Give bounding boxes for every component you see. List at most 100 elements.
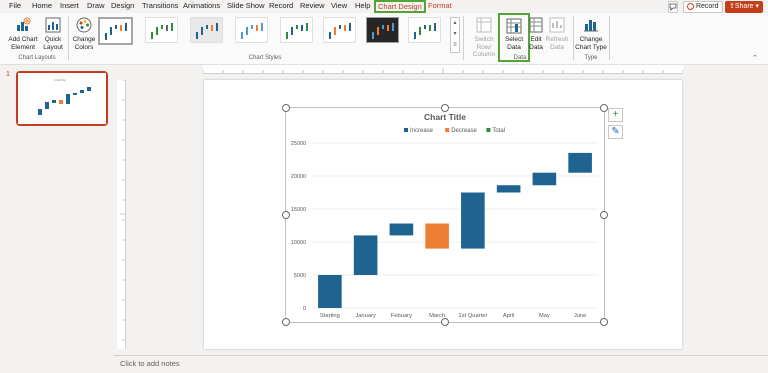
resize-handle[interactable]	[282, 104, 290, 112]
chart-legend[interactable]: Increase Decrease Total	[404, 128, 505, 134]
menu-review[interactable]: Review	[300, 1, 325, 10]
share-label: Share	[734, 3, 754, 10]
resize-handle[interactable]	[282, 211, 290, 219]
more-icon[interactable]: ≡	[451, 40, 459, 50]
comments-icon[interactable]	[668, 1, 678, 13]
chart-object[interactable]: Chart Title Increase Decrease Total 0 5000 1…	[285, 107, 605, 323]
bar-may	[532, 172, 557, 186]
x-tick-label: 1st Quarter	[458, 313, 487, 319]
menu-home[interactable]: Home	[32, 1, 52, 10]
x-tick-label: January	[355, 313, 376, 319]
menu-help[interactable]: Help	[355, 1, 370, 10]
menu-design[interactable]: Design	[111, 1, 134, 10]
chart-style-thumbnail[interactable]	[145, 17, 178, 43]
notes-pane[interactable]: Click to add notes	[114, 355, 768, 373]
chart-style-thumbnail[interactable]	[366, 17, 399, 43]
tab-chart-design[interactable]: Chart Design	[374, 0, 426, 13]
refresh-data-icon	[549, 17, 565, 33]
refresh-data-button[interactable]: Refresh Data	[545, 16, 569, 54]
chart-style-thumbnail[interactable]	[408, 17, 441, 43]
record-button[interactable]: Record	[683, 1, 723, 13]
chart-title[interactable]: Chart Title	[424, 112, 466, 122]
gallery-scroll[interactable]: ▴ ▾ ≡	[450, 17, 460, 53]
record-label: Record	[695, 3, 719, 10]
menu-animations[interactable]: Animations	[183, 1, 220, 10]
chart-styles-brush-icon[interactable]: ✎	[608, 125, 623, 139]
quick-layout-button[interactable]: Quick Layout	[41, 16, 65, 54]
horizontal-ruler	[203, 65, 683, 74]
menu-insert[interactable]: Insert	[60, 1, 79, 10]
data-group-label: Data	[513, 55, 527, 61]
menu-file[interactable]: File	[9, 1, 21, 10]
legend-label-total: Total	[492, 128, 505, 134]
chevron-up-icon[interactable]: ▴	[451, 18, 459, 29]
chart-style-thumbnail[interactable]	[280, 17, 313, 43]
refresh-data-label: Refresh Data	[545, 36, 569, 51]
edit-data-icon	[529, 17, 543, 33]
add-chart-element-button[interactable]: Add Chart Element	[8, 16, 38, 54]
y-tick-label: 25000	[291, 141, 306, 147]
chart-style-thumbnail[interactable]	[190, 17, 223, 43]
x-tick-label: Febuary	[391, 313, 412, 319]
vertical-ruler	[117, 80, 126, 349]
y-tick-label: 0	[303, 306, 306, 312]
y-tick-label: 10000	[291, 240, 306, 246]
add-chart-element-label: Add Chart Element	[8, 36, 38, 51]
resize-handle[interactable]	[600, 211, 608, 219]
collapse-ribbon-icon[interactable]: ⌃	[752, 54, 758, 62]
y-tick-label: 20000	[291, 174, 306, 180]
menu-slide-show[interactable]: Slide Show	[227, 1, 265, 10]
slide-thumbnail[interactable]: Chart Title	[16, 71, 108, 126]
switch-row-column-button[interactable]: Switch Row/ Column	[470, 16, 498, 58]
change-chart-type-label: Change Chart Type	[575, 36, 607, 51]
x-tick-label: May	[539, 313, 550, 319]
legend-label-increase: Increase	[410, 128, 434, 134]
resize-handle[interactable]	[600, 104, 608, 112]
notes-placeholder[interactable]: Click to add notes	[120, 359, 180, 368]
resize-handle[interactable]	[441, 104, 449, 112]
menu-transitions[interactable]: Transitions	[142, 1, 178, 10]
bar-febuary	[389, 223, 414, 236]
change-chart-type-button[interactable]: Change Chart Type	[575, 16, 607, 54]
bar-march	[425, 223, 449, 249]
switch-row-column-icon	[476, 17, 492, 33]
x-tick-label: June	[574, 313, 587, 319]
slide-thumbnail-chart: Chart Title	[18, 73, 106, 124]
y-tick-label: 5000	[294, 273, 306, 279]
menu-bar: File Home Insert Draw Design Transitions…	[0, 0, 768, 13]
select-data-icon	[506, 18, 522, 34]
change-chart-type-icon	[584, 20, 598, 32]
menu-record[interactable]: Record	[269, 1, 293, 10]
resize-handle[interactable]	[600, 318, 608, 326]
x-tick-label: April	[503, 313, 515, 319]
share-button[interactable]: ⇪Share ▾	[725, 1, 764, 13]
quick-layout-label: Quick Layout	[43, 36, 63, 51]
bar-1st-quarter	[461, 192, 485, 249]
chart-style-thumbnail[interactable]	[98, 17, 133, 45]
bar-january	[353, 235, 378, 275]
resize-handle[interactable]	[441, 318, 449, 326]
slide-number: 1	[6, 71, 10, 78]
chart-style-thumbnail[interactable]	[235, 17, 268, 43]
palette-icon	[76, 17, 92, 33]
type-group-label: Type	[584, 55, 598, 61]
waterfall-chart: Chart Title Increase Decrease Total 0 5000 1…	[291, 112, 598, 319]
slide-thumbnail-chart-title: Chart Title	[54, 79, 66, 82]
chart-elements-plus-icon[interactable]: +	[608, 108, 623, 122]
ribbon: Add Chart Element Quick Layout Chart Lay…	[0, 13, 768, 65]
resize-handle[interactable]	[282, 318, 290, 326]
change-colors-button[interactable]: Change Colors	[72, 16, 96, 54]
chevron-down-icon[interactable]: ▾	[451, 29, 459, 40]
menu-view[interactable]: View	[331, 1, 347, 10]
legend-swatch-total	[486, 128, 491, 132]
chart-style-thumbnail[interactable]	[323, 17, 356, 43]
record-icon	[687, 2, 694, 10]
x-axis-tick-labels: Starting January Febuary March 1st Quarter Ap…	[320, 313, 587, 319]
legend-swatch-increase	[404, 128, 408, 132]
menu-draw[interactable]: Draw	[87, 1, 105, 10]
y-axis-tick-labels: 0 5000 10000 15000 20000 25000	[291, 141, 306, 312]
x-tick-label: Starting	[320, 313, 340, 319]
bar-starting	[318, 275, 342, 308]
chart-gridlines	[312, 142, 598, 309]
tab-format[interactable]: Format	[428, 1, 452, 10]
